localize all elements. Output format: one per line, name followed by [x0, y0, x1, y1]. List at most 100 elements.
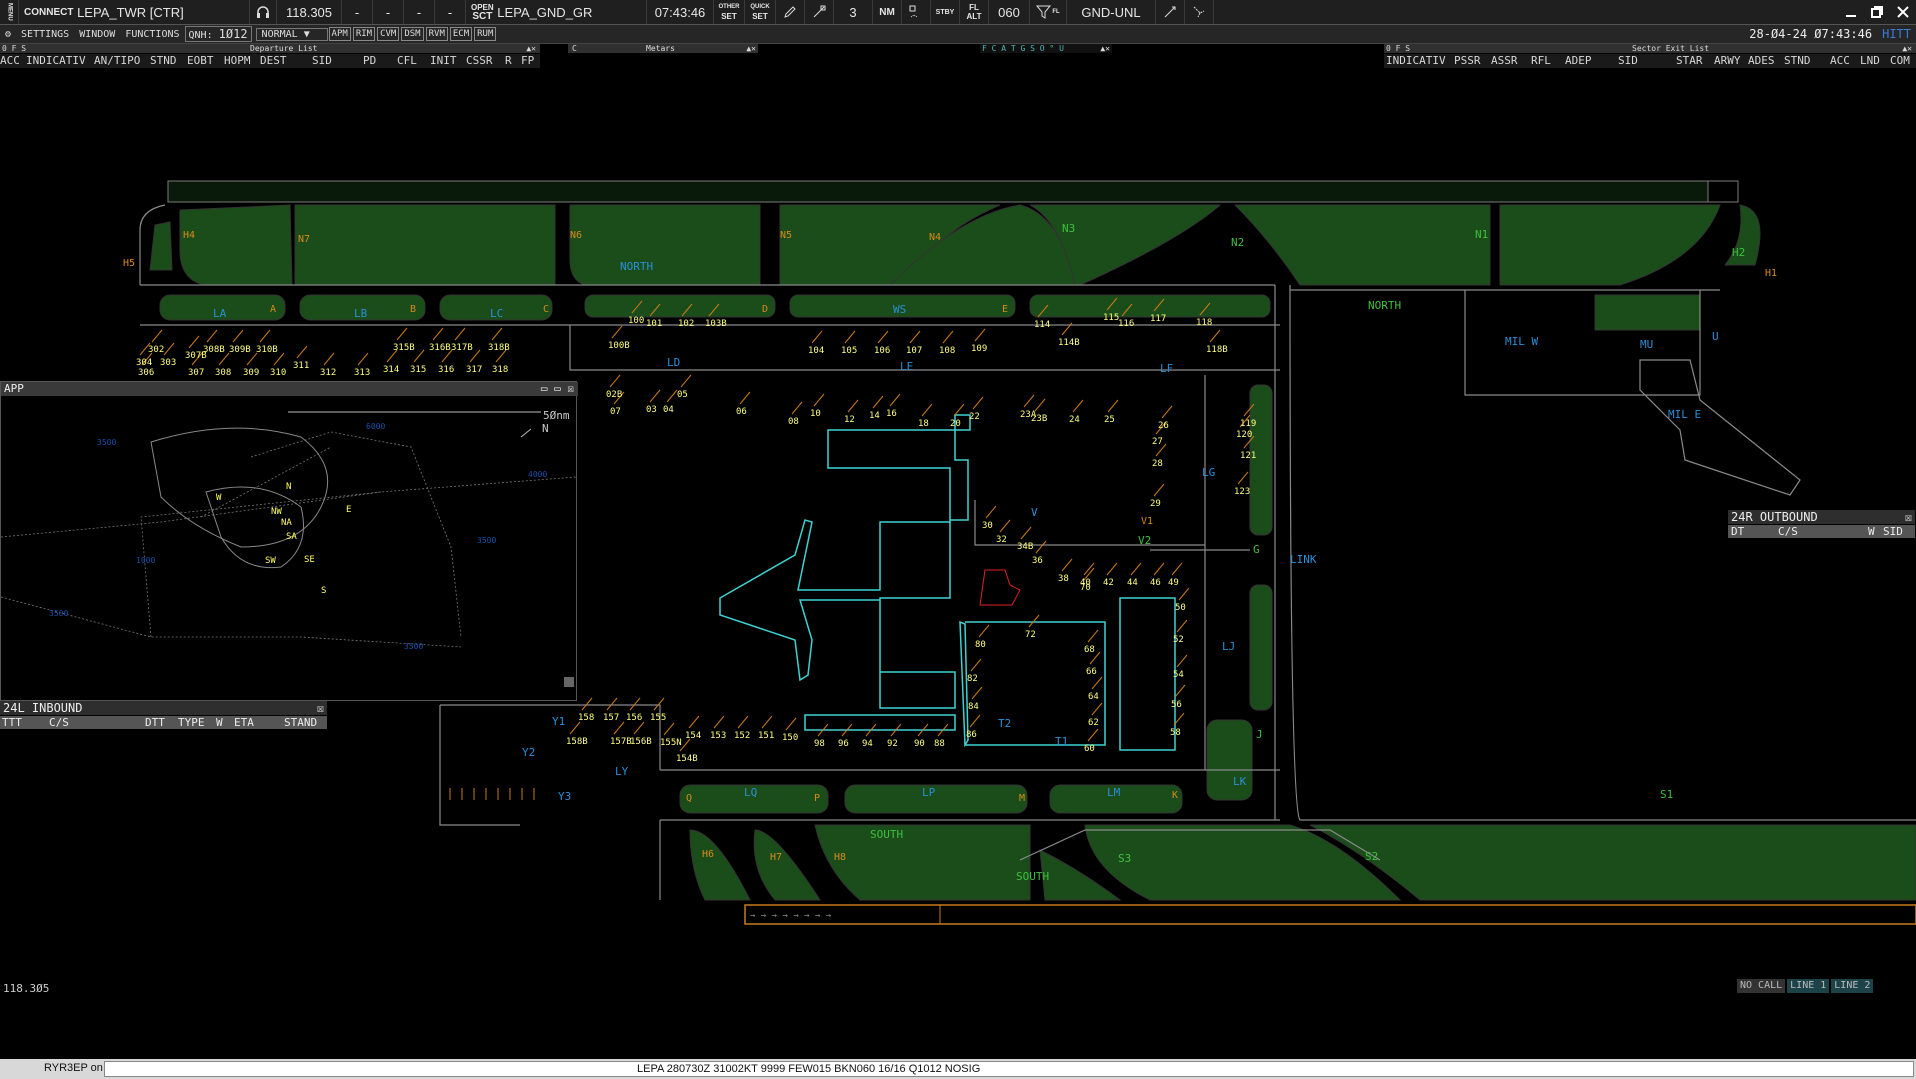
app-title-bar[interactable]: APP ▭ ▭ ☒	[1, 382, 578, 396]
area-label-mil-e: MIL E	[1668, 408, 1701, 421]
area-label-ws: WS	[893, 303, 906, 316]
stand-304: 304	[136, 358, 152, 368]
stand-70: 70	[1080, 583, 1091, 593]
outbound-title: 24R OUTBOUND	[1731, 510, 1818, 524]
alt-label-6: 3500	[49, 609, 68, 618]
stand-109: 109	[971, 344, 987, 354]
stand-311: 311	[293, 361, 309, 371]
stand-102: 102	[678, 319, 694, 329]
status-bar: RYR3EP on LEPA 280730Z 31002KT 9999 FEW0…	[0, 1059, 1916, 1079]
stand-line-157	[606, 697, 618, 711]
stand-line-153	[713, 715, 725, 729]
stand-58: 58	[1170, 728, 1181, 738]
stand-line-311	[296, 345, 308, 359]
line1-button[interactable]: LINE 1	[1787, 979, 1830, 993]
area-label-mil-w: MIL W	[1505, 335, 1538, 348]
stand-150: 150	[782, 733, 798, 743]
outbound-close-icon[interactable]: ☒	[1905, 510, 1912, 524]
stand-308b: 308B	[203, 345, 225, 355]
area-label-orange-v1: V1	[1141, 516, 1153, 527]
area-label-green-9: S1	[1660, 788, 1673, 801]
inbound-close-icon[interactable]: ☒	[317, 701, 324, 715]
frequency-readout: 118.3Ø5	[3, 982, 50, 995]
line2-button[interactable]: LINE 2	[1831, 979, 1874, 993]
stand-14: 14	[869, 411, 880, 421]
stand-05: 05	[677, 390, 688, 400]
app-radar-map[interactable]: 5Ønm N 3500 6000 4000 3500 1000 3500 350…	[1, 397, 576, 699]
stand-68: 68	[1084, 645, 1095, 655]
stand-156: 156	[626, 713, 642, 723]
stand-317b: 317B	[451, 343, 473, 353]
stand-72: 72	[1025, 630, 1036, 640]
stand-line-68	[1087, 629, 1099, 643]
inbound-24l-title[interactable]: 24L INBOUND ☒	[0, 701, 327, 715]
app-window-controls[interactable]: ▭ ▭ ☒	[541, 382, 574, 396]
stand-104: 104	[808, 346, 824, 356]
stand-313: 313	[354, 368, 370, 378]
area-label-green-3: N1	[1475, 228, 1488, 241]
stand-line-80	[978, 624, 990, 638]
stand-96: 96	[838, 739, 849, 749]
metar-text: LEPA 280730Z 31002KT 9999 FEW015 BKN060 …	[637, 1063, 981, 1075]
app-resize-handle[interactable]	[564, 677, 574, 687]
stand-line-49	[1171, 562, 1183, 576]
outbound-24r-columns: DT C/S W SID	[1728, 525, 1915, 538]
stand-114: 114	[1034, 320, 1050, 330]
stand-156b: 156B	[630, 737, 652, 747]
stand-157: 157	[603, 713, 619, 723]
no-call-button[interactable]: NO CALL	[1737, 979, 1786, 993]
stand-line-315	[413, 349, 425, 363]
outbound-24r-title[interactable]: 24R OUTBOUND ☒	[1728, 510, 1915, 524]
col-eta: ETA	[234, 716, 254, 729]
stand-121: 121	[1240, 451, 1256, 461]
stand-303: 303	[160, 358, 176, 368]
stand-03: 03	[646, 405, 657, 415]
stand-line-108	[942, 330, 954, 344]
col-type: TYPE	[178, 716, 205, 729]
stand-16: 16	[886, 409, 897, 419]
fix-w: W	[216, 493, 222, 503]
grass-h5	[149, 221, 173, 271]
stand-117: 117	[1150, 314, 1166, 324]
stand-line-308b	[206, 329, 218, 343]
stand-10: 10	[810, 409, 821, 419]
command-input[interactable]: LEPA 280730Z 31002KT 9999 FEW015 BKN060 …	[104, 1061, 1914, 1077]
stand-line-302	[151, 329, 163, 343]
mil-e-outline	[1639, 359, 1801, 496]
stand-84: 84	[968, 702, 979, 712]
stand-line-118b	[1209, 329, 1221, 343]
stand-04: 04	[663, 405, 674, 415]
app-title: APP	[4, 382, 24, 395]
area-label-orange-e: E	[1002, 304, 1008, 315]
stand-82: 82	[967, 674, 978, 684]
stand-98: 98	[814, 739, 825, 749]
col-dtt: DTT	[145, 716, 165, 729]
stand-line-24	[1072, 399, 1084, 413]
col-w: W	[1868, 525, 1875, 538]
area-label-green-4: H2	[1732, 246, 1745, 259]
stand-20: 20	[950, 419, 961, 429]
grass-n6	[569, 204, 761, 286]
stand-106: 106	[874, 346, 890, 356]
grass-n7	[294, 204, 556, 286]
fix-sw: SW	[265, 556, 276, 566]
stand-107: 107	[906, 346, 922, 356]
stand-308: 308	[215, 368, 231, 378]
stand-318b: 318B	[488, 343, 510, 353]
app-sector-3	[250, 431, 462, 638]
stand-118b: 118B	[1206, 345, 1228, 355]
area-label-green-12: SOUTH	[1016, 870, 1049, 883]
stand-line-154	[688, 715, 700, 729]
stand-50: 50	[1175, 603, 1186, 613]
stand-line-12	[847, 399, 859, 413]
stand-316: 316	[438, 365, 454, 375]
stand-54: 54	[1173, 670, 1184, 680]
stand-153: 153	[710, 731, 726, 741]
app-window[interactable]: APP ▭ ▭ ☒ 5Ønm N 3500 6000 4000 3500 100…	[0, 381, 578, 701]
area-label-link: LINK	[1290, 553, 1317, 566]
stand-30: 30	[982, 521, 993, 531]
alt-label-7: 3500	[404, 642, 423, 651]
stand-155: 155	[650, 713, 666, 723]
stand-line-62	[1091, 702, 1103, 716]
area-label-orange-h4: H4	[183, 230, 195, 241]
